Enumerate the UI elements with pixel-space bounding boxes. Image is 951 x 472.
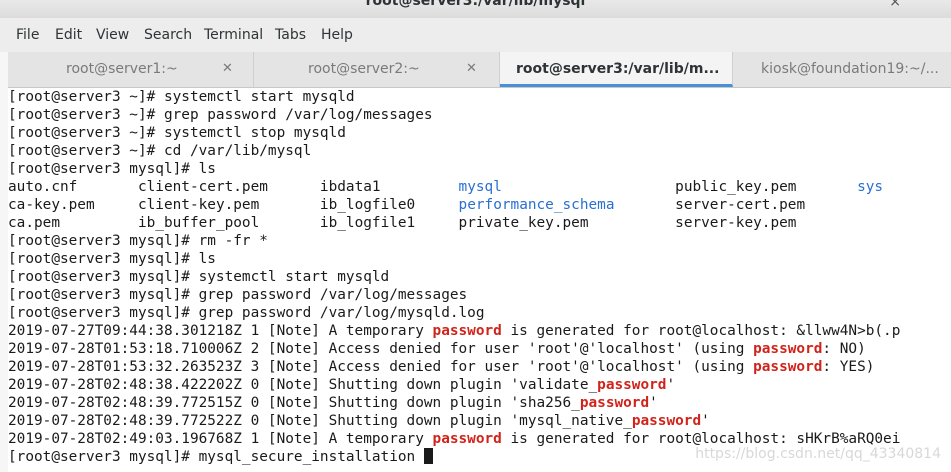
- highlight-match: password: [579, 395, 650, 411]
- ls-row: ca-key.pem client-key.pem ib_logfile0 pe…: [8, 196, 951, 214]
- command-line: [root@server3 ~]# cd /var/lib/mysql: [8, 142, 951, 160]
- menu-view[interactable]: View: [96, 27, 129, 43]
- menu-tabs[interactable]: Tabs: [275, 27, 306, 43]
- highlight-match: password: [432, 431, 502, 447]
- left-edge: [0, 52, 8, 472]
- file-entry: auto.cnf: [8, 179, 138, 195]
- highlight-match: password: [753, 359, 823, 375]
- highlight-match: password: [631, 413, 702, 429]
- log-text: : NO): [822, 341, 866, 357]
- file-entry: server-key.pem: [675, 215, 858, 231]
- log-text: 2019-07-28T02:48:39.772522Z 0 [Note] Shu…: [8, 413, 632, 429]
- tab-bar: root@server1:~ ✕ root@server2:~ ✕ root@s…: [8, 52, 951, 88]
- close-icon[interactable]: ✕: [466, 61, 477, 76]
- prompt-text: [root@server3 mysql]# mysql_secure_insta…: [8, 449, 424, 465]
- line-text: [root@server3 mysql]# rm -fr *: [8, 233, 268, 249]
- command-line: [root@server3 ~]# grep password /var/log…: [8, 106, 951, 124]
- ls-row: ca.pem ib_buffer_pool ib_logfile1 privat…: [8, 214, 951, 232]
- command-line: [root@server3 mysql]# rm -fr *: [8, 232, 951, 250]
- ls-row: auto.cnf client-cert.pem ibdata1 mysql p…: [8, 178, 951, 196]
- line-text: [root@server3 mysql]# grep password /var…: [8, 305, 485, 321]
- command-line: [root@server3 mysql]# grep password /var…: [8, 286, 951, 304]
- command-line: [root@server3 mysql]# ls: [8, 160, 951, 178]
- highlight-match: password: [432, 323, 502, 339]
- file-entry: ca-key.pem: [8, 197, 138, 213]
- file-entry: ca.pem: [8, 215, 138, 231]
- close-icon[interactable]: ×: [889, 0, 901, 10]
- log-text: ': [701, 413, 710, 429]
- log-text: ': [649, 395, 658, 411]
- tab-label: root@server1:~: [66, 61, 178, 77]
- line-text: [root@server3 ~]# cd /var/lib/mysql: [8, 143, 312, 159]
- log-text: 2019-07-27T09:44:38.301218Z 1 [Note] A t…: [8, 323, 433, 339]
- log-text: 2019-07-28T01:53:32.263523Z 3 [Note] Acc…: [8, 359, 754, 375]
- log-text: : YES): [822, 359, 875, 375]
- log-line: 2019-07-28T02:48:38.422202Z 0 [Note] Shu…: [8, 376, 951, 394]
- file-entry: ib_logfile1: [319, 215, 459, 231]
- terminal-output[interactable]: [root@server3 ~]# systemctl start mysqld…: [8, 88, 951, 472]
- log-text: is generated for root@localhost: sHKrB%a…: [501, 431, 901, 447]
- line-text: [root@server3 ~]# systemctl stop mysqld: [8, 125, 346, 141]
- log-line: 2019-07-28T01:53:18.710006Z 2 [Note] Acc…: [8, 340, 951, 358]
- log-text: 2019-07-28T02:48:38.422202Z 0 [Note] Shu…: [8, 377, 598, 393]
- file-entry: private_key.pem: [458, 215, 676, 231]
- directory-entry: mysql: [458, 179, 676, 195]
- command-line: [root@server3 ~]# systemctl stop mysqld: [8, 124, 951, 142]
- title-bar: root@server3:/var/lib/mysql ×: [0, 0, 951, 18]
- menu-bar: File Edit View Search Terminal Tabs Help: [0, 18, 951, 53]
- line-text: [root@server3 ~]# grep password /var/log…: [8, 107, 433, 123]
- log-text: ': [666, 377, 676, 393]
- command-line: [root@server3 ~]# systemctl start mysqld: [8, 88, 951, 106]
- command-line: [root@server3 mysql]# ls: [8, 250, 951, 268]
- log-text: is generated for root@localhost: &llww4N…: [501, 323, 901, 339]
- directory-entry: sys: [857, 179, 884, 195]
- command-line: [root@server3 mysql]# grep password /var…: [8, 304, 951, 322]
- tab-server2[interactable]: root@server2:~ ✕: [254, 52, 500, 87]
- line-text: [root@server3 mysql]# ls: [8, 161, 216, 177]
- log-line: 2019-07-28T02:48:39.772515Z 0 [Note] Shu…: [8, 394, 951, 412]
- log-line: 2019-07-27T09:44:38.301218Z 1 [Note] A t…: [8, 322, 951, 340]
- file-entry: client-cert.pem: [137, 179, 320, 195]
- log-line: 2019-07-28T01:53:32.263523Z 3 [Note] Acc…: [8, 358, 951, 376]
- line-text: [root@server3 mysql]# grep password /var…: [8, 287, 468, 303]
- command-line: [root@server3 mysql]# systemctl start my…: [8, 268, 951, 286]
- window-title: root@server3:/var/lib/mysql: [365, 0, 586, 9]
- tab-label: root@server2:~: [308, 61, 420, 77]
- file-entry: client-key.pem: [137, 197, 320, 213]
- menu-search[interactable]: Search: [144, 27, 192, 43]
- menu-terminal[interactable]: Terminal: [204, 27, 263, 43]
- file-entry: server-cert.pem: [675, 197, 858, 213]
- tab-label: root@server3:/var/lib/m...: [516, 61, 720, 77]
- line-text: [root@server3 ~]# systemctl start mysqld: [8, 89, 355, 105]
- log-text: 2019-07-28T02:49:03.196768Z 1 [Note] A t…: [8, 431, 433, 447]
- highlight-match: password: [597, 377, 667, 393]
- directory-entry: performance_schema: [458, 197, 676, 213]
- tab-foundation19[interactable]: kiosk@foundation19:~/...: [733, 52, 951, 87]
- text-cursor: [423, 448, 433, 464]
- log-text: 2019-07-28T01:53:18.710006Z 2 [Note] Acc…: [8, 341, 754, 357]
- tab-label: kiosk@foundation19:~/...: [761, 61, 939, 77]
- menu-file[interactable]: File: [16, 27, 39, 43]
- log-text: 2019-07-28T02:48:39.772515Z 0 [Note] Shu…: [8, 395, 580, 411]
- menu-edit[interactable]: Edit: [55, 27, 82, 43]
- highlight-match: password: [753, 341, 823, 357]
- tab-server1[interactable]: root@server1:~ ✕: [8, 52, 254, 87]
- menu-help[interactable]: Help: [321, 27, 353, 43]
- file-entry: public_key.pem: [675, 179, 858, 195]
- file-entry: ib_logfile0: [319, 197, 459, 213]
- close-icon[interactable]: ✕: [222, 61, 233, 76]
- line-text: [root@server3 mysql]# systemctl start my…: [8, 269, 390, 285]
- tab-server3[interactable]: root@server3:/var/lib/m...: [500, 52, 733, 87]
- file-entry: ib_buffer_pool: [137, 215, 320, 231]
- line-text: [root@server3 mysql]# ls: [8, 251, 216, 267]
- log-line: 2019-07-28T02:48:39.772522Z 0 [Note] Shu…: [8, 412, 951, 430]
- file-entry: ibdata1: [319, 179, 459, 195]
- watermark: https://blog.csdn.net/qq_43340814: [695, 446, 941, 462]
